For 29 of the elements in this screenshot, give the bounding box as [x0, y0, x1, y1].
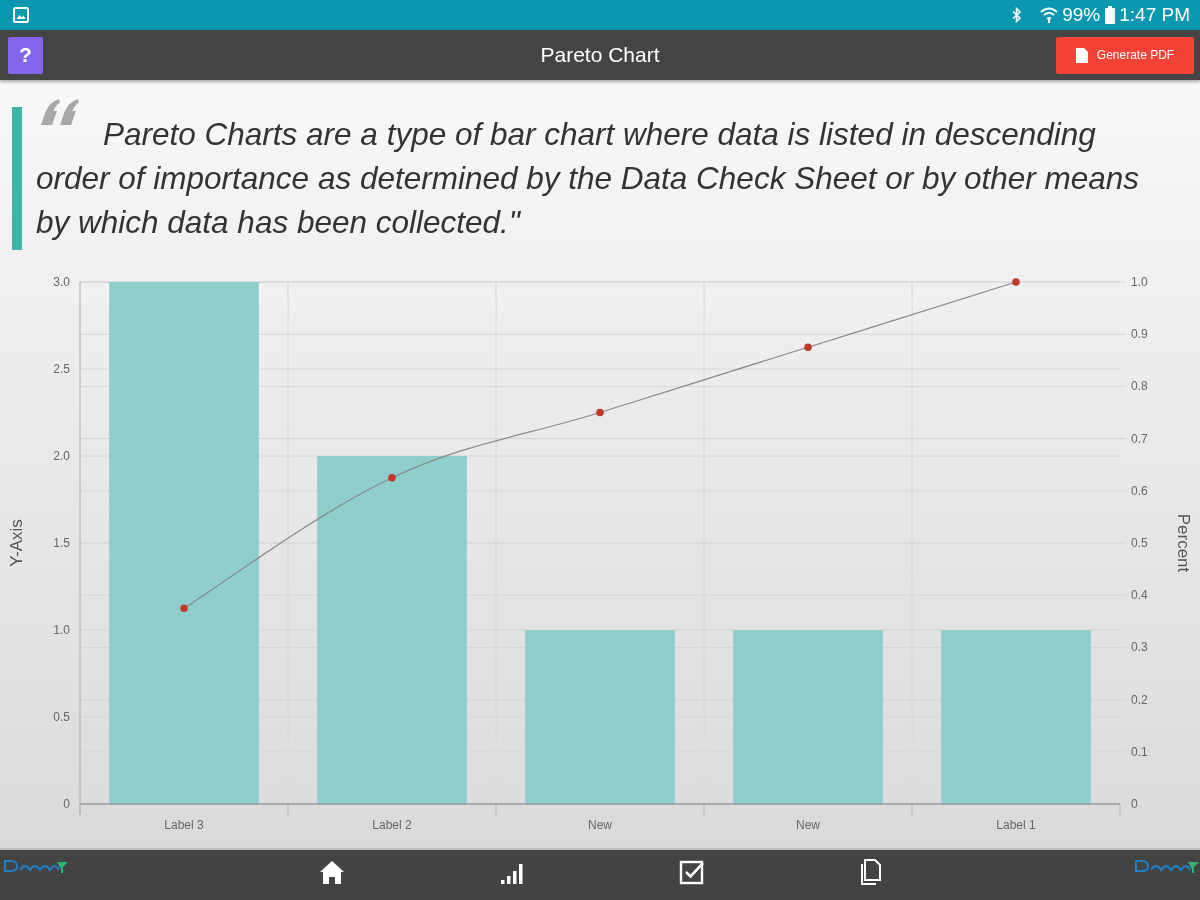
tick-label: 0.4 [1131, 588, 1148, 603]
tick-label: 0 [1131, 797, 1138, 811]
tick-label: 0.1 [1131, 744, 1148, 759]
screen-title: Pareto Chart [540, 43, 660, 67]
category-label: New [588, 818, 612, 832]
tick-label: 1.0 [1131, 275, 1148, 289]
tick-label: 0.5 [53, 710, 70, 724]
tick-label: 0.3 [1131, 640, 1148, 655]
tick-label: 0 [63, 797, 70, 811]
tick-label: 0.8 [1131, 379, 1148, 394]
tick-label: 2.0 [53, 449, 70, 463]
quote-text: Pareto Charts are a type of bar chart where data is listed in descending order of importance as determined by the Data Check Sheet or by other means by which data has been collected." [36, 116, 1140, 240]
battery-percent: 99% [1062, 5, 1101, 25]
tick-label: 0.6 [1131, 483, 1148, 498]
tick-label: 3.0 [53, 275, 70, 289]
tick-label: 0.7 [1131, 431, 1148, 446]
category-label: Label 1 [996, 818, 1036, 832]
axis-title: Y-Axis [7, 519, 26, 567]
category-label: Label 2 [372, 818, 412, 832]
tick-label: 0.5 [1131, 536, 1148, 550]
tick-label: 1.5 [53, 536, 70, 550]
tick-label: 2.5 [53, 362, 70, 376]
category-label: Label 3 [164, 818, 204, 832]
tick-label: 0.2 [1131, 692, 1148, 707]
clock-time: 1:47 PM [1119, 5, 1190, 25]
tick-label: 0.9 [1131, 327, 1148, 342]
category-label: New [796, 818, 820, 832]
axis-title: Percent [1174, 513, 1193, 573]
tick-label: 1.0 [53, 623, 70, 637]
